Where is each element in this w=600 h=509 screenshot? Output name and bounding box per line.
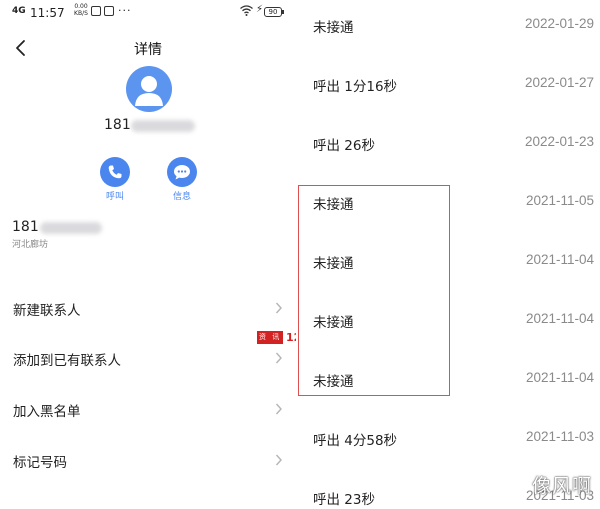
call-record[interactable]: 未接通 2021-11-04 — [296, 354, 600, 413]
call-type: 呼出 1分16秒 — [313, 79, 398, 95]
call-type: 未接通 — [313, 197, 354, 213]
call-type: 呼出 23秒 — [313, 492, 375, 508]
call-type: 未接通 — [313, 20, 354, 36]
notification-icon — [91, 6, 101, 16]
person-icon — [135, 76, 163, 106]
call-date: 2021-11-04 — [525, 370, 594, 385]
call-date: 2021-11-05 — [525, 193, 594, 208]
phone-number-prefix: 181 — [12, 219, 39, 235]
call-date: 2022-01-23 — [524, 134, 594, 149]
phone-number-redacted — [40, 222, 102, 234]
signal-indicator: 4G — [12, 6, 26, 16]
block-number-item[interactable]: 加入黑名单 — [0, 387, 296, 431]
corner-watermark: 像风啊 — [531, 475, 592, 497]
chevron-right-icon — [275, 403, 282, 415]
contact-detail-panel: 4G 11:57 0.00 KB/S ··· ⚡ 90 详情 181 呼叫 信息… — [0, 0, 309, 509]
call-button[interactable]: 呼叫 — [98, 157, 132, 202]
network-speed-value: 0.00 — [74, 3, 88, 10]
call-record[interactable]: 未接通 2021-11-04 — [296, 236, 600, 295]
call-date: 2021-11-04 — [525, 252, 594, 267]
call-date: 2022-01-27 — [524, 75, 594, 90]
phone-number-header: 181 — [104, 116, 204, 136]
mark-number-item[interactable]: 标记号码 — [0, 438, 296, 482]
status-time: 11:57 — [30, 6, 65, 20]
phone-number-prefix: 181 — [104, 117, 131, 133]
avatar — [126, 66, 172, 112]
mark-number-label: 标记号码 — [13, 455, 67, 471]
call-record[interactable]: 未接通 2021-11-05 — [296, 177, 600, 236]
add-to-contact-label: 添加到已有联系人 — [13, 353, 121, 369]
message-icon — [167, 157, 197, 187]
call-history-panel: 未接通 2022-01-29 呼出 1分16秒 2022-01-27 呼出 26… — [296, 0, 600, 509]
call-date: 2021-11-04 — [525, 311, 594, 326]
wifi-icon — [240, 5, 253, 16]
chevron-right-icon — [275, 454, 282, 466]
call-type: 呼出 26秒 — [313, 138, 375, 154]
message-button[interactable]: 信息 — [165, 157, 199, 202]
message-button-label: 信息 — [172, 192, 191, 202]
call-button-label: 呼叫 — [105, 192, 124, 202]
network-speed: 0.00 KB/S — [74, 3, 88, 17]
chevron-right-icon — [275, 352, 282, 364]
call-record[interactable]: 呼出 1分16秒 2022-01-27 — [296, 59, 600, 118]
phone-number-block: 181 河北廊坊 — [12, 219, 212, 259]
call-date: 2021-11-03 — [525, 429, 594, 444]
battery-level: 90 — [268, 8, 278, 16]
call-type: 未接通 — [313, 256, 354, 272]
new-contact-item[interactable]: 新建联系人 — [0, 286, 296, 330]
call-record[interactable]: 未接通 2022-01-29 — [296, 0, 600, 59]
charging-icon: ⚡ — [256, 4, 264, 15]
status-bar: 4G 11:57 0.00 KB/S ··· ⚡ 90 — [0, 0, 296, 26]
chevron-right-icon — [275, 302, 282, 314]
new-contact-label: 新建联系人 — [13, 303, 81, 319]
watermark-seal: 资 讯 — [257, 331, 283, 344]
call-record[interactable]: 未接通 2021-11-04 — [296, 295, 600, 354]
battery-icon: 90 — [264, 7, 284, 17]
phone-location: 河北廊坊 — [12, 240, 49, 250]
add-to-contact-item[interactable]: 添加到已有联系人 — [0, 336, 296, 380]
page-title: 详情 — [134, 42, 162, 58]
more-notifications-icon: ··· — [118, 4, 132, 17]
call-type: 呼出 4分58秒 — [313, 433, 398, 449]
phone-number-redacted — [131, 120, 195, 132]
app-notification-icon — [104, 6, 114, 16]
call-type: 未接通 — [313, 374, 354, 390]
call-record[interactable]: 呼出 26秒 2022-01-23 — [296, 118, 600, 177]
call-record[interactable]: 呼出 4分58秒 2021-11-03 — [296, 413, 600, 472]
block-number-label: 加入黑名单 — [13, 404, 81, 420]
network-speed-unit: KB/S — [74, 10, 88, 17]
call-type: 未接通 — [313, 315, 354, 331]
phone-icon — [100, 157, 130, 187]
watermark-seal-text: 资 讯 — [259, 333, 282, 341]
call-date: 2022-01-29 — [524, 16, 594, 31]
